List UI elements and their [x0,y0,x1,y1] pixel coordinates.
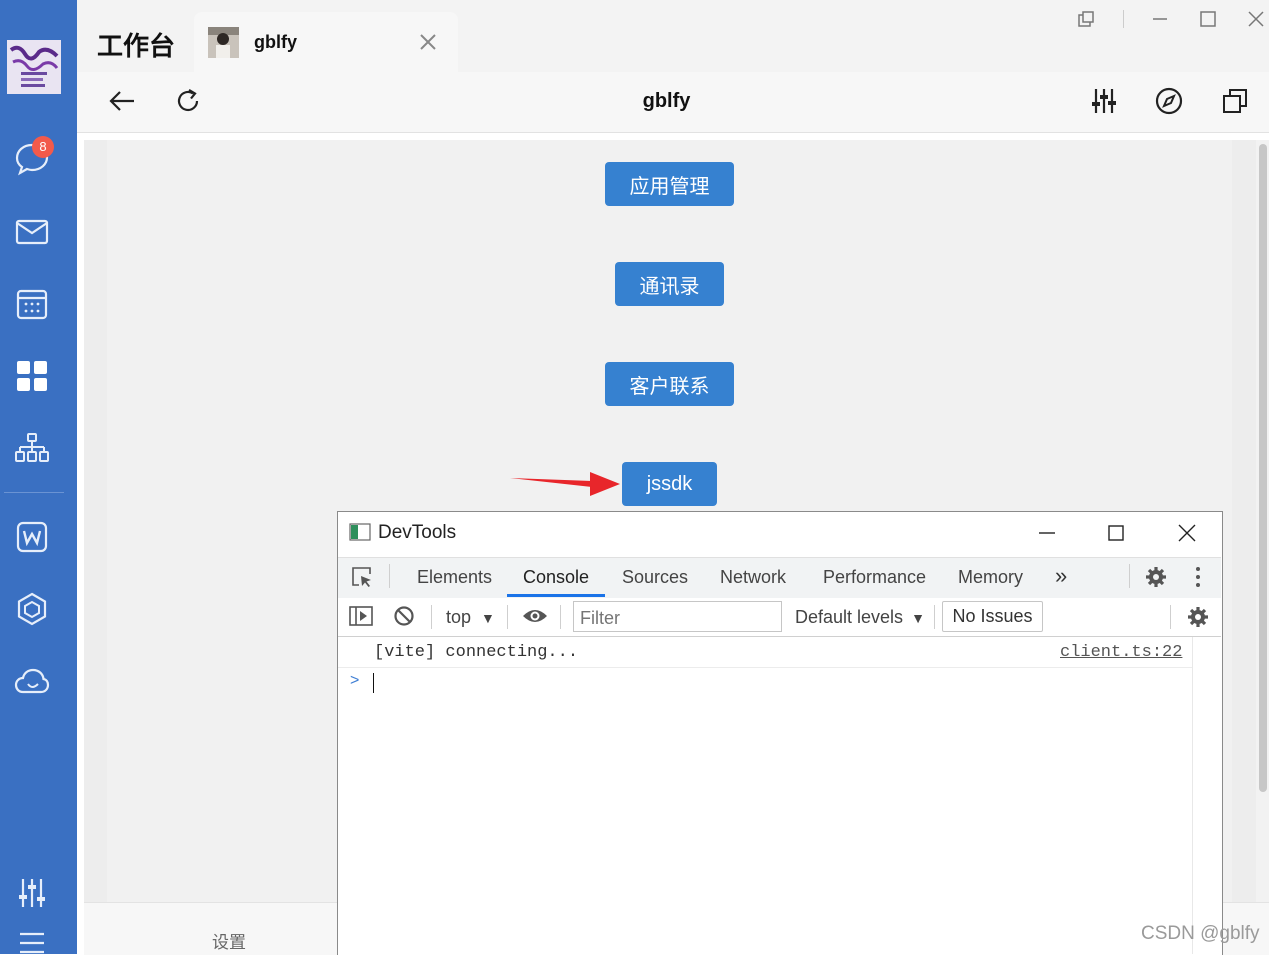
page-title: gblfy [642,90,691,112]
console-settings-gear-icon[interactable] [1186,605,1210,634]
workbench-grid-icon[interactable] [13,357,51,395]
clear-console-icon[interactable] [393,605,415,632]
devtools-title: DevTools [378,522,457,543]
unread-badge: 8 [32,136,54,158]
toolbar-divider [431,605,432,629]
sliders-icon[interactable] [13,874,51,912]
calendar-icon[interactable] [13,285,51,323]
open-window-icon[interactable] [1220,86,1250,116]
scrollbar-thumb[interactable] [1259,144,1267,792]
devtools-maximize-icon[interactable] [1105,522,1127,544]
sidebar-divider [4,492,64,493]
devtools-minimize-icon[interactable] [1036,522,1058,544]
tab-console[interactable]: Console [523,567,589,588]
devtools-app-icon [349,523,371,541]
word-doc-icon[interactable] [13,518,51,556]
active-tab-indicator [507,594,605,597]
tab-label: gblfy [254,32,297,52]
app-management-button[interactable]: 应用管理 [605,162,734,206]
settings-gear-icon[interactable] [1144,565,1168,594]
contacts-button[interactable]: 通讯录 [615,262,724,306]
context-selector[interactable]: top ▼ [446,607,495,628]
context-label: top [446,607,472,627]
menu-icon[interactable] [13,924,51,962]
org-chart-icon[interactable] [13,429,51,467]
watermark: CSDN @gblfy [1141,923,1260,944]
close-window-icon[interactable] [1245,8,1267,30]
tab-divider [1129,564,1130,588]
app-title: 工作台 [97,31,176,61]
tab-divider [389,564,390,588]
red-arrow-annotation [510,472,620,496]
issues-button[interactable]: No Issues [942,601,1043,632]
pin-window-icon[interactable] [1075,8,1097,30]
tab-sources[interactable]: Sources [622,567,688,588]
toolbar-divider [934,605,935,629]
console-prompt-icon: > [350,672,360,689]
kebab-menu-icon[interactable] [1193,566,1203,593]
log-levels-dropdown[interactable]: Default levels ▼ [795,607,925,628]
cloud-icon[interactable] [13,662,51,700]
more-tabs-button[interactable]: » [1055,563,1067,589]
close-icon[interactable] [418,32,438,52]
toolbar-divider [507,605,508,629]
jssdk-button[interactable]: jssdk [622,462,717,506]
compass-icon[interactable] [1154,86,1184,116]
eye-icon[interactable] [522,606,548,631]
mail-icon[interactable] [13,213,51,251]
filter-input[interactable] [580,608,770,629]
toolbar-divider [1170,605,1171,629]
tab-network[interactable]: Network [720,567,786,588]
console-log-source-link[interactable]: client.ts:22 [1060,643,1182,662]
toolbar-divider [560,605,561,629]
inspect-element-icon[interactable] [351,566,373,593]
tab-thumbnail [208,27,239,58]
sidebar-toggle-icon[interactable] [349,605,373,632]
tab-performance[interactable]: Performance [823,567,926,588]
adjust-sliders-icon[interactable] [1089,86,1119,116]
console-log-message: [vite] connecting... [374,643,579,662]
devtools-close-icon[interactable] [1176,522,1198,544]
minimize-icon[interactable] [1149,8,1171,30]
console-scrollbar [1192,637,1193,954]
user-avatar[interactable] [7,40,61,94]
customer-contact-button[interactable]: 客户联系 [605,362,734,406]
cube-icon[interactable] [13,590,51,628]
tab-memory[interactable]: Memory [958,567,1023,588]
window-controls-divider [1123,10,1124,28]
maximize-icon[interactable] [1197,8,1219,30]
console-input-caret[interactable] [373,673,374,693]
dropdown-arrow-icon: ▼ [481,610,495,626]
settings-label[interactable]: 设置 [212,928,246,953]
tab-elements[interactable]: Elements [417,567,492,588]
dropdown-arrow-icon: ▼ [911,610,925,626]
log-levels-label: Default levels [795,607,904,627]
